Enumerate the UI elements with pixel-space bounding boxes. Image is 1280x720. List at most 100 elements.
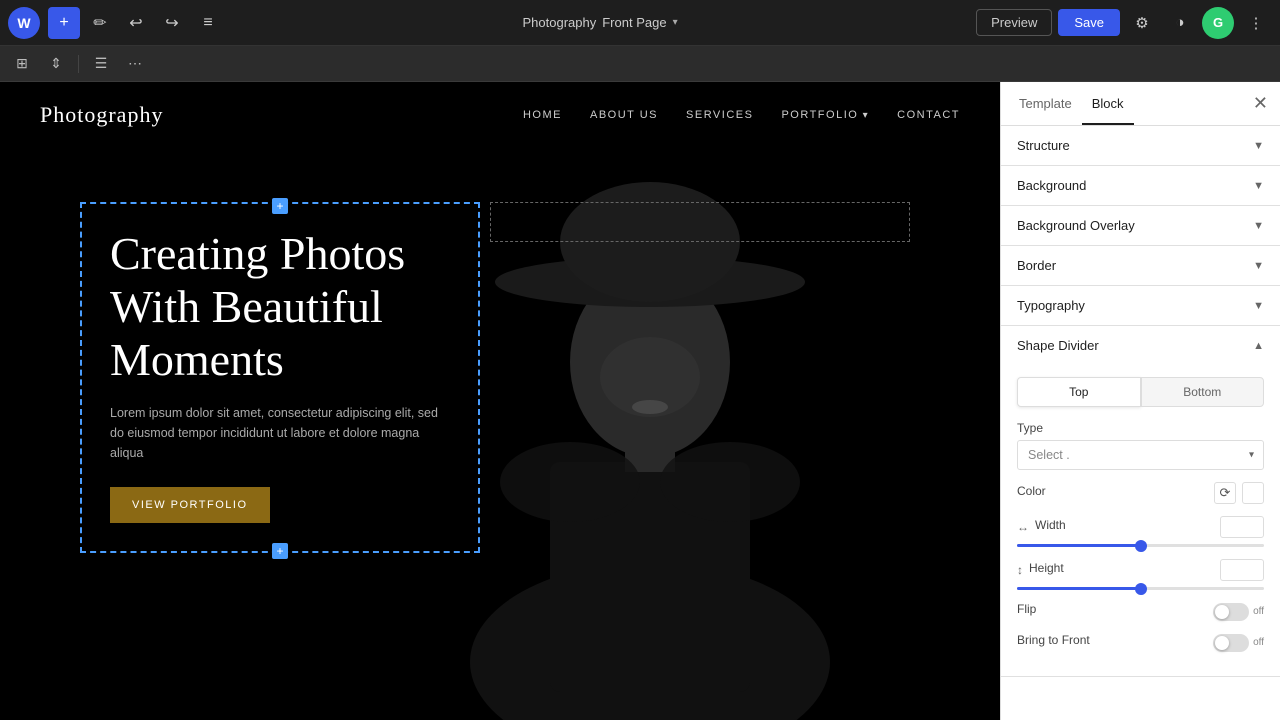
empty-content-block: [490, 202, 910, 242]
color-label: Color: [1017, 484, 1046, 498]
height-slider-track[interactable]: [1017, 587, 1264, 590]
background-chevron: [1253, 180, 1264, 192]
width-input[interactable]: [1220, 516, 1264, 538]
width-slider-track[interactable]: [1017, 544, 1264, 547]
shape-divider-content: Top Bottom Type Select . ▾: [1001, 365, 1280, 676]
flip-value: off: [1253, 606, 1264, 617]
subtoolbar: ⊞ ⇕ ☰ ⋯: [0, 46, 1280, 82]
bring-to-front-knob: [1215, 636, 1229, 650]
nav-services[interactable]: SERVICES: [686, 109, 753, 121]
list-view-button[interactable]: ≡: [192, 7, 224, 39]
user-avatar[interactable]: G: [1202, 7, 1234, 39]
topbar-center: Photography Front Page ▾: [228, 9, 972, 36]
section-structure: Structure: [1001, 126, 1280, 166]
top-bottom-toggle: Top Bottom: [1017, 377, 1264, 407]
resize-handle-bottom[interactable]: [272, 543, 288, 559]
nav-links: HOME ABOUT US SERVICES PORTFOLIO CONTACT: [523, 109, 960, 121]
section-border-header[interactable]: Border: [1001, 246, 1280, 285]
width-label-group: ↔ Width: [1017, 518, 1066, 537]
height-label: Height: [1029, 561, 1064, 575]
structure-chevron: [1253, 140, 1264, 152]
bring-to-front-pill[interactable]: [1213, 634, 1249, 652]
resize-handle-top[interactable]: [272, 198, 288, 214]
topbar-left: W + ✏ ↩ ↪ ≡: [8, 7, 224, 39]
type-label: Type: [1017, 421, 1264, 435]
color-swatch[interactable]: [1242, 482, 1264, 504]
width-icon: ↔: [1017, 520, 1029, 534]
section-bg-overlay-header[interactable]: Background Overlay: [1001, 206, 1280, 245]
height-header: ↕ Height: [1017, 559, 1264, 581]
hero-subtitle: Lorem ipsum dolor sit amet, consectetur …: [110, 403, 450, 463]
wordpress-logo[interactable]: W: [8, 7, 40, 39]
topbar-right: Preview Save ⚙ ◑ G ⋮: [976, 7, 1272, 39]
bring-to-front-label: Bring to Front: [1017, 633, 1090, 647]
main-area: Photography HOME ABOUT US SERVICES PORTF…: [0, 82, 1280, 720]
section-background-header[interactable]: Background: [1001, 166, 1280, 205]
height-icon: ↕: [1017, 563, 1023, 577]
toggle-top[interactable]: Top: [1017, 377, 1141, 407]
topbar: W + ✏ ↩ ↪ ≡ Photography Front Page ▾ Pre…: [0, 0, 1280, 46]
redo-button[interactable]: ↪: [156, 7, 188, 39]
panel-tabs: Template Block ✕: [1001, 82, 1280, 126]
section-shape-divider-header[interactable]: Shape Divider: [1001, 326, 1280, 365]
section-background: Background: [1001, 166, 1280, 206]
color-controls: ⟳: [1214, 482, 1264, 504]
add-block-button[interactable]: +: [48, 7, 80, 39]
panel-close-button[interactable]: ✕: [1249, 89, 1272, 118]
section-structure-header[interactable]: Structure: [1001, 126, 1280, 165]
nav-contact[interactable]: CONTACT: [897, 109, 960, 121]
panel-content: Structure Background Background Overlay: [1001, 126, 1280, 720]
type-field-row: Type Select . ▾: [1017, 421, 1264, 470]
layout-view-button[interactable]: ⊞: [8, 50, 36, 78]
width-label: Width: [1035, 518, 1066, 532]
color-cycle-button[interactable]: ⟳: [1214, 482, 1236, 504]
section-border: Border: [1001, 246, 1280, 286]
color-row: Color ⟳: [1017, 482, 1264, 504]
border-chevron: [1253, 260, 1264, 272]
height-slider-row: ↕ Height: [1017, 559, 1264, 590]
nav-home[interactable]: HOME: [523, 109, 562, 121]
type-select-wrapper: Select . ▾: [1017, 440, 1264, 470]
edit-button[interactable]: ✏: [84, 7, 116, 39]
section-typography-header[interactable]: Typography: [1001, 286, 1280, 325]
more-options-button[interactable]: ⋮: [1240, 7, 1272, 39]
width-header: ↔ Width: [1017, 516, 1264, 538]
nav-portfolio[interactable]: PORTFOLIO: [781, 109, 869, 121]
more-tools-button[interactable]: ⋯: [121, 50, 149, 78]
preview-button[interactable]: Preview: [976, 9, 1052, 36]
view-portfolio-button[interactable]: VIEW PORTFOLIO: [110, 487, 270, 523]
hero-content-block[interactable]: Creating PhotosWith BeautifulMoments Lor…: [80, 202, 480, 553]
vertical-align-button[interactable]: ⇕: [42, 50, 70, 78]
undo-button[interactable]: ↩: [120, 7, 152, 39]
canvas-area: Photography HOME ABOUT US SERVICES PORTF…: [0, 82, 1000, 720]
bg-overlay-chevron: [1253, 220, 1264, 232]
toolbar-divider: [78, 55, 79, 73]
bring-to-front-row: Bring to Front off: [1017, 633, 1264, 652]
flip-knob: [1215, 605, 1229, 619]
nav-about[interactable]: ABOUT US: [590, 109, 658, 121]
tab-template[interactable]: Template: [1009, 84, 1082, 125]
height-input[interactable]: [1220, 559, 1264, 581]
contrast-button[interactable]: ◑: [1164, 7, 1196, 39]
width-slider-row: ↔ Width: [1017, 516, 1264, 547]
hero-title: Creating PhotosWith BeautifulMoments: [110, 228, 450, 387]
section-background-overlay: Background Overlay: [1001, 206, 1280, 246]
page-title-button[interactable]: Photography Front Page ▾: [511, 9, 690, 36]
toggle-bottom[interactable]: Bottom: [1141, 377, 1265, 407]
align-button[interactable]: ☰: [87, 50, 115, 78]
page-title-text: Photography: [523, 15, 597, 30]
section-typography: Typography: [1001, 286, 1280, 326]
flip-label: Flip: [1017, 602, 1036, 616]
flip-row: Flip off: [1017, 602, 1264, 621]
typography-chevron: [1253, 300, 1264, 312]
type-select[interactable]: Select .: [1017, 440, 1264, 470]
site-navigation: Photography HOME ABOUT US SERVICES PORTF…: [0, 82, 1000, 148]
right-panel: Template Block ✕ Structure Background: [1000, 82, 1280, 720]
tab-block[interactable]: Block: [1082, 84, 1134, 125]
save-button[interactable]: Save: [1058, 9, 1120, 36]
settings-button[interactable]: ⚙: [1126, 7, 1158, 39]
bring-to-front-value: off: [1253, 637, 1264, 648]
bring-to-front-toggle[interactable]: off: [1213, 634, 1264, 652]
flip-toggle[interactable]: off: [1213, 603, 1264, 621]
flip-pill[interactable]: [1213, 603, 1249, 621]
